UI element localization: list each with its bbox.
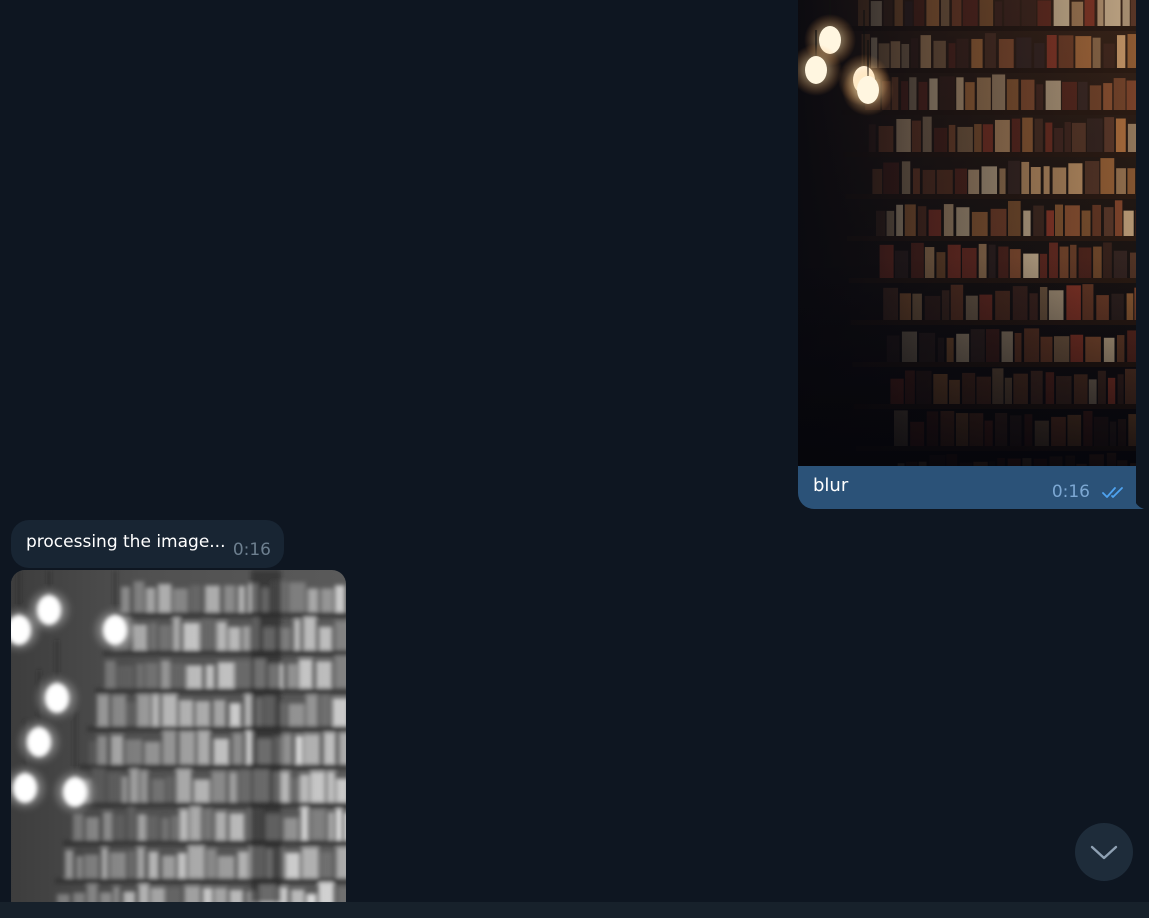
chat-history: blur 0:16 processing the image... 0:16 [0,0,1149,918]
message-text: processing the image... [26,532,226,552]
incoming-text-message[interactable]: processing the image... 0:16 [11,520,284,568]
processed-grayscale-photo[interactable] [11,570,346,902]
bubble-tail [1134,495,1144,509]
double-check-icon [1102,487,1123,498]
message-time: 0:16 [232,540,271,560]
message-caption: blur [813,475,849,496]
outgoing-photo-message[interactable]: blur 0:16 [798,0,1144,509]
message-time: 0:16 [1051,482,1090,502]
outgoing-caption-bar: blur 0:16 [798,466,1136,509]
library-bookshelf-photo[interactable] [798,0,1136,466]
scroll-to-bottom-button[interactable] [1075,823,1133,881]
composer-bar-edge [0,902,1149,918]
chevron-down-icon [1090,845,1118,860]
